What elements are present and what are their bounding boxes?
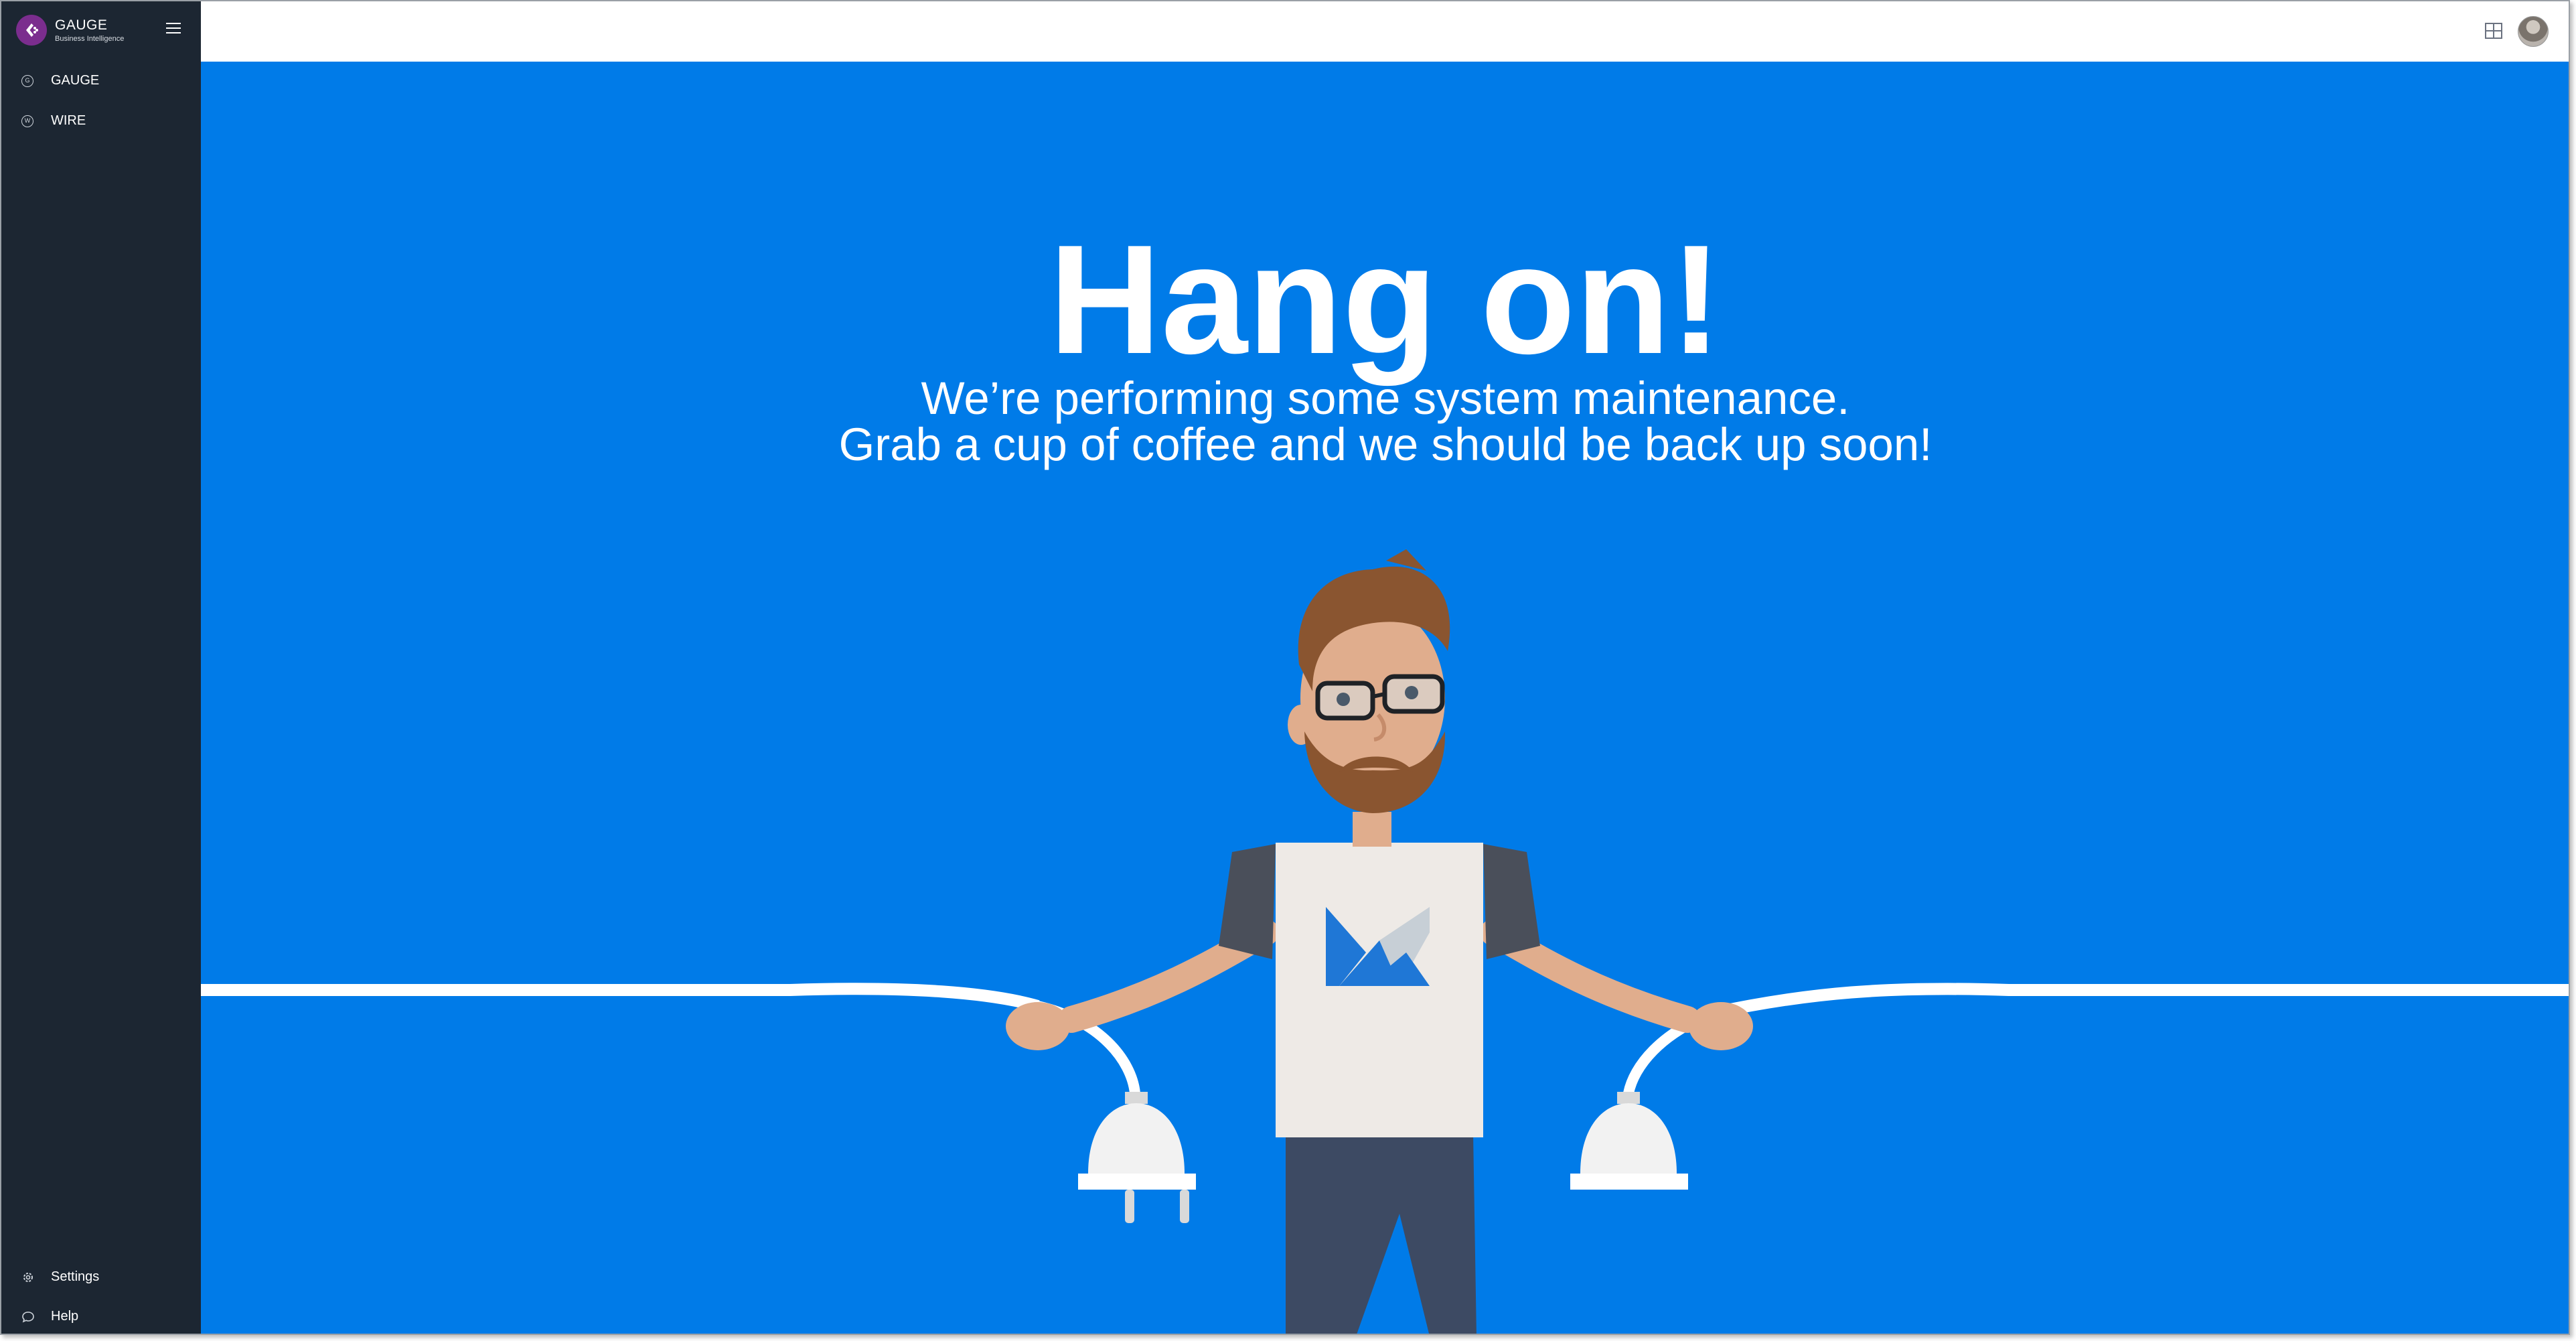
brand-logo-icon — [16, 15, 47, 46]
sidebar-item-label: Settings — [51, 1269, 100, 1284]
sidebar-item-label: WIRE — [51, 113, 86, 128]
gear-icon — [23, 1272, 33, 1282]
brand[interactable]: GAUGE Business Intelligence — [16, 15, 124, 46]
brand-name: GAUGE — [55, 17, 108, 33]
page-title: Hang on! — [1049, 213, 1722, 386]
sidebar-item-wire[interactable]: W WIRE — [21, 113, 86, 129]
hamburger-menu-icon[interactable] — [166, 23, 181, 36]
maintenance-panel: Hang on! We’re performing some system ma… — [201, 62, 2569, 1334]
brand-subtitle: Business Intelligence — [55, 34, 125, 43]
sidebar-item-label: GAUGE — [51, 73, 100, 88]
gauge-icon: G — [21, 74, 33, 87]
sidebar-item-label: Help — [51, 1309, 79, 1324]
top-bar — [201, 1, 2569, 62]
maintenance-message-line-2: Grab a cup of coffee and we should be ba… — [838, 419, 1933, 470]
avatar[interactable] — [2518, 16, 2549, 47]
sidebar-item-help[interactable]: Help — [21, 1309, 78, 1324]
sidebar: GAUGE Business Intelligence G GAUGE W WI… — [1, 1, 201, 1334]
sidebar-item-gauge[interactable]: G GAUGE — [21, 73, 99, 88]
plug-left-icon — [1078, 1092, 1196, 1223]
chat-bubble-icon — [22, 1311, 34, 1322]
sidebar-item-settings[interactable]: Settings — [21, 1269, 99, 1285]
app-window: GAUGE Business Intelligence G GAUGE W WI… — [0, 0, 2570, 1335]
grid-icon[interactable] — [2484, 21, 2503, 40]
plug-right-icon — [1570, 1092, 1688, 1190]
maintenance-message-line-1: We’re performing some system maintenance… — [921, 372, 1850, 424]
wire-icon: W — [21, 115, 33, 127]
